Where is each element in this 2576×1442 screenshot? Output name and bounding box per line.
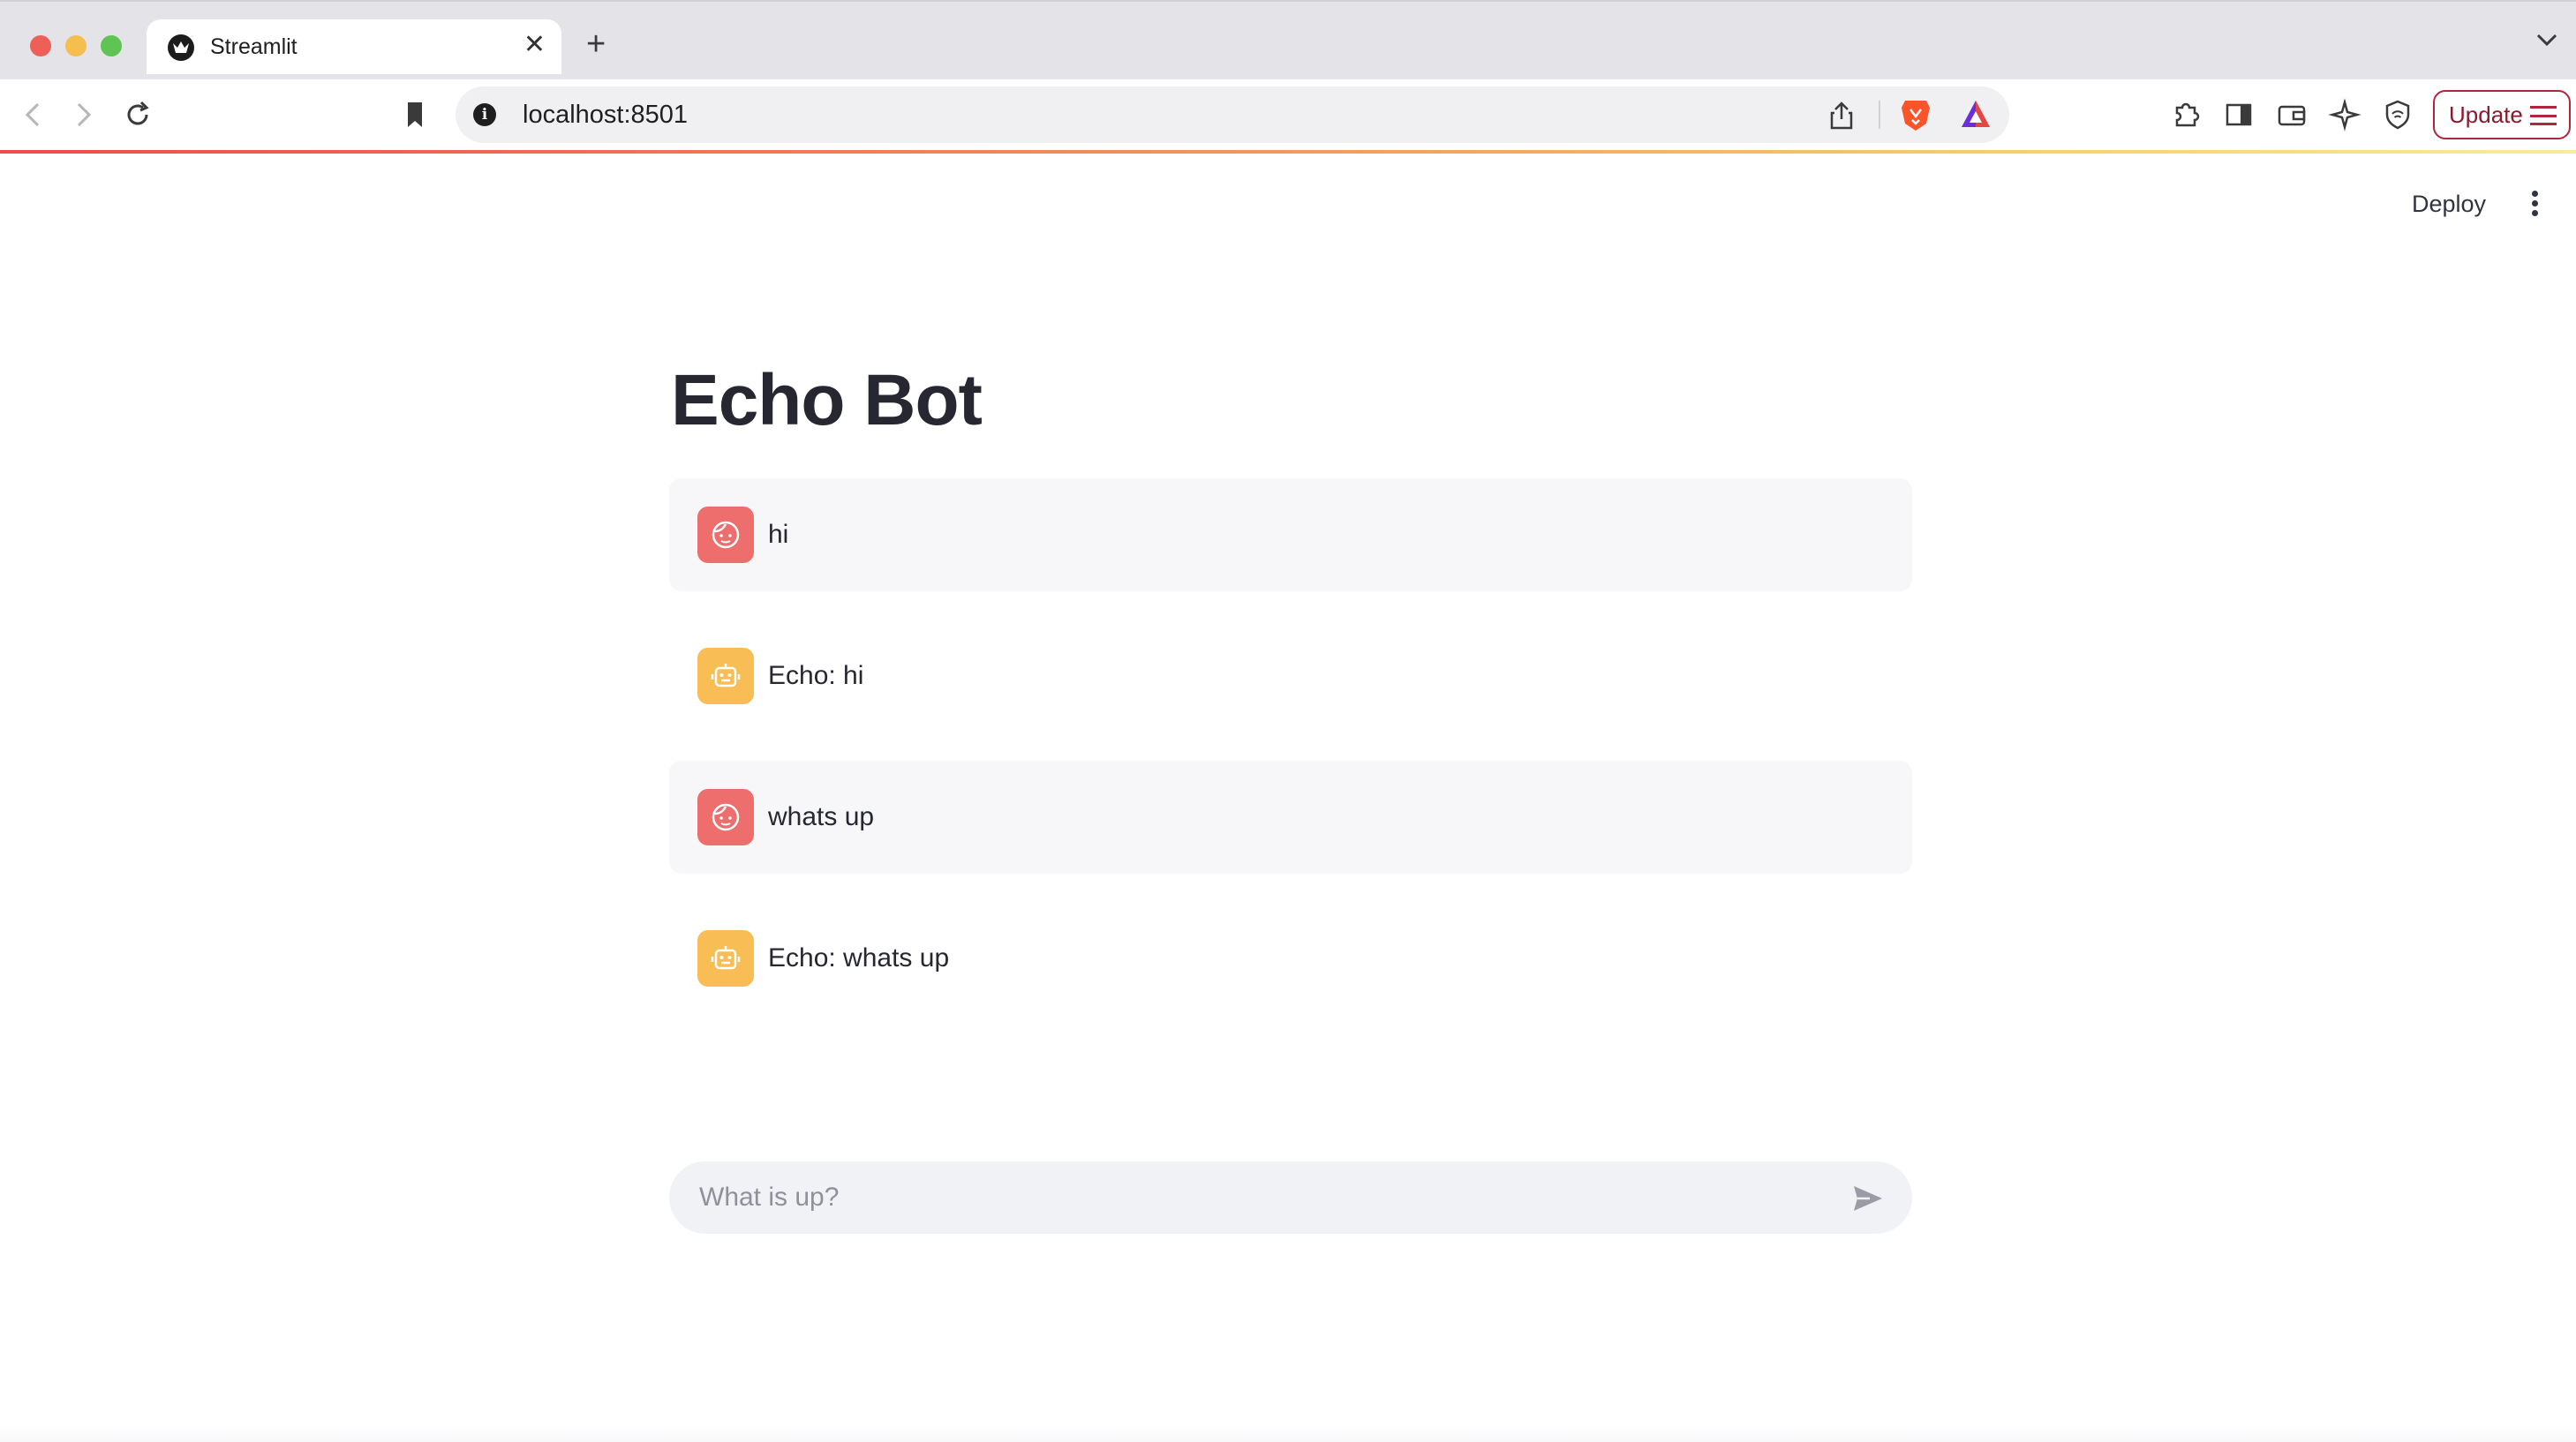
address-divider	[1879, 101, 1880, 129]
browser-tabstrip: Streamlit ✕ +	[0, 0, 2576, 79]
address-bar[interactable]: i localhost:8501	[456, 86, 2009, 143]
send-icon[interactable]	[1850, 1181, 1886, 1216]
update-label: Update	[2449, 101, 2523, 128]
streamlit-crown-icon	[168, 34, 194, 61]
chat-input[interactable]	[669, 1161, 1834, 1234]
chat-message-assistant: Echo: hi	[669, 620, 1912, 732]
browser-toolbar: i localhost:8501 Update	[0, 79, 2576, 152]
site-info-icon[interactable]: i	[473, 103, 496, 126]
wallet-icon[interactable]	[2274, 97, 2309, 132]
bottom-fade	[0, 1424, 2576, 1442]
extensions-icon[interactable]	[2168, 97, 2203, 132]
message-text: Echo: hi	[768, 661, 864, 690]
chat-message-assistant: Echo: whats up	[669, 902, 1912, 1015]
sidebar-icon[interactable]	[2221, 97, 2256, 132]
close-window-button[interactable]	[30, 35, 51, 56]
page-title: Echo Bot	[671, 360, 983, 440]
tab-title: Streamlit	[210, 34, 298, 59]
robot-icon	[697, 930, 754, 987]
main-menu-icon[interactable]	[2530, 191, 2539, 221]
vpn-shield-icon[interactable]	[2380, 97, 2415, 132]
update-button[interactable]: Update	[2433, 90, 2571, 139]
close-tab-icon[interactable]: ✕	[523, 30, 546, 60]
streamlit-app: Deploy Echo Bot hi Echo: hi whats up Ech…	[0, 154, 2576, 1442]
new-tab-button[interactable]: +	[586, 26, 606, 62]
share-icon[interactable]	[1827, 101, 1856, 135]
bookmark-icon[interactable]	[397, 97, 433, 132]
leo-ai-icon[interactable]	[2327, 97, 2362, 132]
maximize-window-button[interactable]	[101, 35, 122, 56]
message-text: Echo: whats up	[768, 943, 950, 973]
browser-tab[interactable]: Streamlit ✕	[147, 19, 561, 74]
reload-icon[interactable]	[120, 97, 155, 132]
forward-icon[interactable]	[65, 97, 101, 132]
chat-input-container	[669, 1161, 1912, 1234]
message-text: hi	[768, 520, 789, 549]
minimize-window-button[interactable]	[65, 35, 87, 56]
chat-message-user: whats up	[669, 761, 1912, 874]
deploy-button[interactable]: Deploy	[2412, 189, 2486, 219]
back-icon[interactable]	[16, 97, 51, 132]
menu-icon	[2530, 106, 2557, 125]
robot-icon	[697, 648, 754, 704]
brave-shields-icon[interactable]	[1900, 97, 1932, 137]
address-url[interactable]: localhost:8501	[523, 100, 688, 130]
chevron-down-icon[interactable]	[2535, 32, 2558, 52]
message-text: whats up	[768, 802, 875, 831]
user-face-icon	[697, 507, 754, 563]
user-face-icon	[697, 789, 754, 845]
chat-message-user: hi	[669, 478, 1912, 591]
brave-rewards-icon[interactable]	[1960, 99, 1992, 135]
